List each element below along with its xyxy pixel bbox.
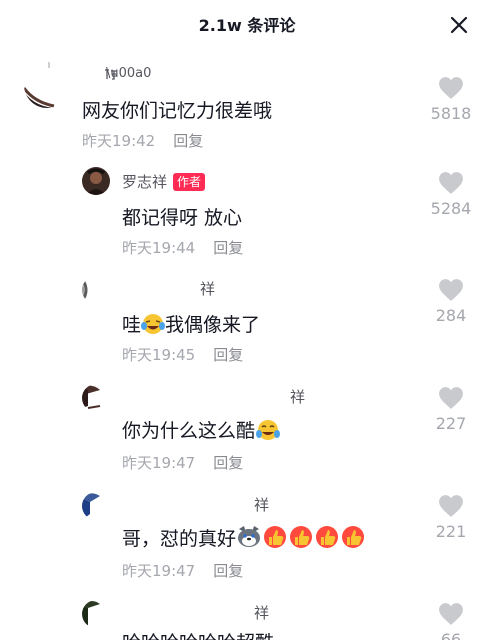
comments-header: 2.1w 条评论 bbox=[0, 0, 494, 50]
thumbs-up-icon bbox=[290, 526, 313, 548]
like-count: 66 bbox=[440, 630, 462, 640]
comment-meta: 昨天19:47 回复 bbox=[122, 452, 243, 473]
comment-text: 你为什么这么酷 bbox=[122, 416, 281, 443]
avatar[interactable] bbox=[82, 276, 110, 304]
comment-text: 哈哈哈哈哈哈超酷 bbox=[122, 628, 274, 640]
like-button[interactable]: 284 bbox=[426, 278, 476, 325]
comment-count-title: 2.1w 条评论 bbox=[198, 16, 296, 35]
like-button[interactable]: 5818 bbox=[426, 76, 476, 123]
comment-meta: 昨天19:42 回复 bbox=[82, 130, 203, 151]
comment-time: 昨天19:42 bbox=[82, 132, 156, 150]
heart-icon bbox=[439, 77, 463, 99]
thumbs-up-icon bbox=[342, 526, 365, 548]
author-badge: 作者 bbox=[173, 173, 206, 191]
like-button[interactable]: 227 bbox=[426, 386, 476, 433]
commenter-name[interactable]: 祥 bbox=[200, 278, 215, 299]
like-button[interactable]: 5284 bbox=[426, 171, 476, 218]
heart-icon bbox=[439, 495, 463, 517]
comment-text: 哇我偶像来了 bbox=[122, 314, 261, 336]
comment-item: \u00a0 网友你们记忆力很差哦 昨天19:42 回复 5818 bbox=[0, 60, 494, 160]
name-fragment-icon bbox=[105, 69, 117, 80]
reply-button[interactable]: 回复 bbox=[213, 239, 243, 257]
close-icon[interactable] bbox=[450, 16, 468, 34]
avatar[interactable] bbox=[82, 492, 110, 520]
husky-emoji-icon bbox=[238, 526, 261, 547]
reply-button[interactable]: 回复 bbox=[213, 562, 243, 580]
comment-item: 祥 哈哈哈哈哈哈超酷 66 bbox=[0, 598, 494, 640]
comment-time: 昨天19:44 bbox=[122, 239, 196, 257]
heart-icon bbox=[439, 387, 463, 409]
like-count: 221 bbox=[435, 522, 467, 541]
laughing-tears-emoji-icon bbox=[141, 314, 166, 334]
commenter-name[interactable]: 祥 bbox=[254, 494, 269, 515]
like-button[interactable]: 221 bbox=[426, 494, 476, 541]
commenter-name[interactable]: 罗志祥 作者 bbox=[122, 171, 206, 192]
heart-icon bbox=[439, 172, 463, 194]
comment-text: 都记得呀 放心 bbox=[122, 207, 243, 229]
like-button[interactable]: 66 bbox=[426, 602, 476, 640]
commenter-name[interactable]: 祥 bbox=[290, 386, 305, 407]
comment-item: 罗志祥 作者 都记得呀 放心 昨天19:44 回复 5284 bbox=[0, 165, 494, 265]
commenter-name[interactable]: 祥 bbox=[254, 602, 269, 623]
avatar[interactable] bbox=[82, 167, 110, 195]
like-count: 227 bbox=[435, 414, 467, 433]
like-count: 284 bbox=[435, 306, 467, 325]
comment-item: 祥 你为什么这么酷 昨天19:47 回复 227 bbox=[0, 382, 494, 482]
comment-text: 哥，怼的真好 bbox=[122, 524, 366, 551]
crying-laughing-emoji-icon bbox=[256, 420, 281, 440]
like-count: 5284 bbox=[430, 199, 472, 218]
comment-time: 昨天19:47 bbox=[122, 454, 196, 472]
reply-button[interactable]: 回复 bbox=[173, 132, 203, 150]
reply-button[interactable]: 回复 bbox=[213, 454, 243, 472]
comment-meta: 昨天19:44 回复 bbox=[122, 237, 243, 258]
comment-meta: 昨天19:47 回复 bbox=[122, 560, 243, 581]
reply-button[interactable]: 回复 bbox=[213, 346, 243, 364]
comment-text: 网友你们记忆力很差哦 bbox=[82, 100, 273, 122]
comment-meta: 昨天19:45 回复 bbox=[122, 344, 243, 365]
thumbs-up-icon bbox=[264, 526, 287, 548]
avatar[interactable] bbox=[24, 62, 70, 108]
avatar[interactable] bbox=[82, 600, 110, 628]
like-count: 5818 bbox=[430, 104, 472, 123]
comment-time: 昨天19:45 bbox=[122, 346, 196, 364]
comment-item: 祥 哇我偶像来了 昨天19:45 回复 284 bbox=[0, 274, 494, 374]
heart-icon bbox=[439, 603, 463, 625]
heart-icon bbox=[439, 279, 463, 301]
avatar[interactable] bbox=[82, 384, 110, 412]
comment-time: 昨天19:47 bbox=[122, 562, 196, 580]
comment-item: 祥 哥，怼的真好 昨天19:47 回复 221 bbox=[0, 490, 494, 590]
thumbs-up-icon bbox=[316, 526, 339, 548]
